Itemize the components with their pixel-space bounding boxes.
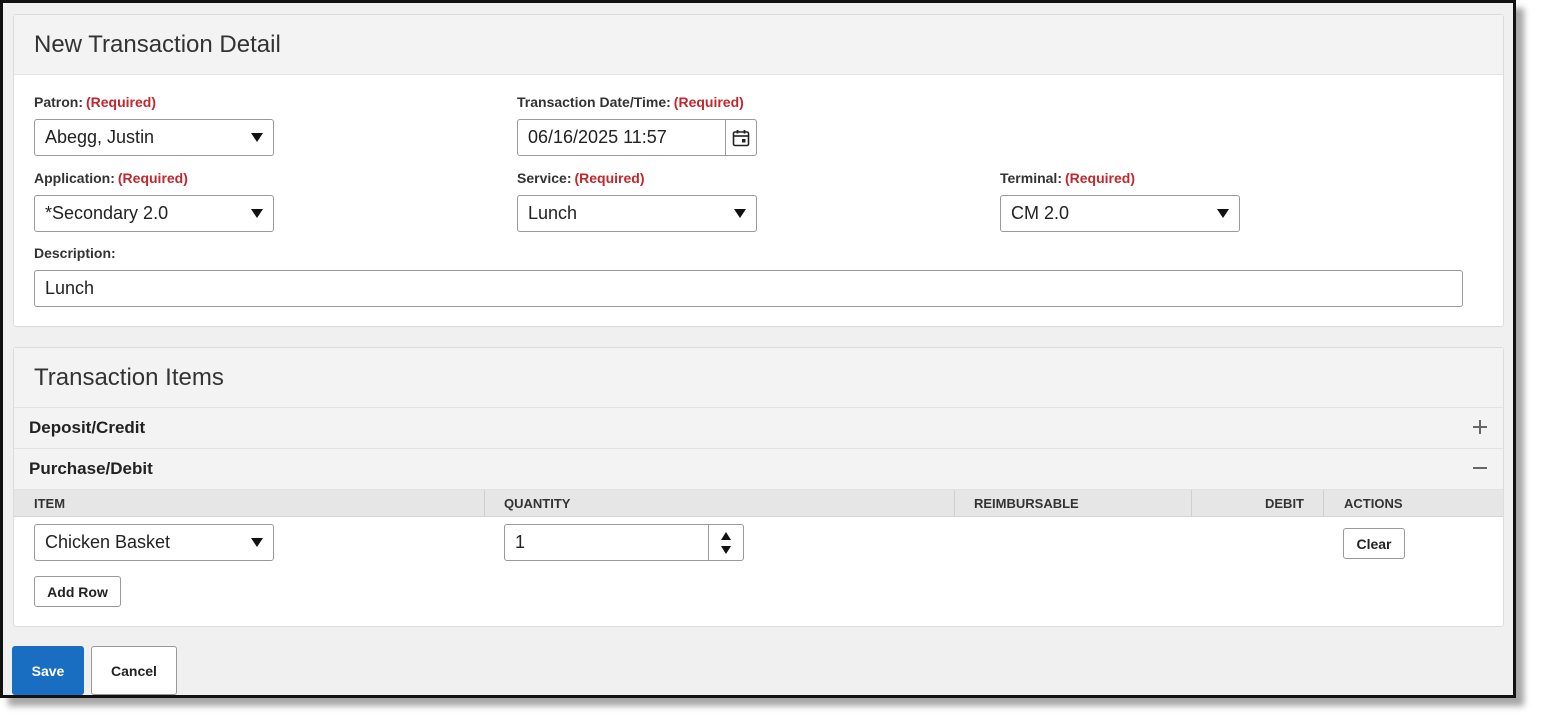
patron-value: Abegg, Justin bbox=[45, 127, 155, 147]
add-row-button[interactable]: Add Row bbox=[34, 576, 121, 607]
clear-button[interactable]: Clear bbox=[1343, 528, 1405, 559]
column-divider bbox=[1323, 490, 1324, 517]
page-title: New Transaction Detail bbox=[34, 30, 281, 58]
datetime-value: 06/16/2025 11:57 bbox=[528, 127, 667, 147]
minus-icon[interactable] bbox=[1471, 459, 1489, 477]
terminal-label-text: Terminal: bbox=[1000, 170, 1062, 186]
required-indicator: (Required) bbox=[117, 170, 188, 186]
service-label-text: Service: bbox=[517, 170, 572, 186]
column-divider bbox=[954, 490, 955, 517]
calendar-button[interactable] bbox=[725, 120, 756, 155]
deposit-credit-section[interactable]: Deposit/Credit bbox=[14, 408, 1503, 449]
patron-select[interactable]: Abegg, Justin bbox=[34, 119, 274, 156]
service-select[interactable]: Lunch bbox=[517, 195, 757, 232]
caret-down-icon bbox=[734, 209, 746, 218]
caret-down-icon bbox=[1217, 209, 1229, 218]
terminal-label: Terminal: (Required) bbox=[1000, 170, 1135, 186]
datetime-label-text: Transaction Date/Time: bbox=[517, 94, 671, 110]
service-label: Service: (Required) bbox=[517, 170, 644, 186]
purchase-debit-section[interactable]: Purchase/Debit bbox=[14, 449, 1503, 490]
quantity-value: 1 bbox=[515, 532, 526, 552]
column-header-quantity: QUANTITY bbox=[504, 496, 571, 511]
transaction-items-header: Transaction Items bbox=[14, 348, 1503, 408]
cancel-button[interactable]: Cancel bbox=[91, 646, 177, 695]
description-input[interactable]: Lunch bbox=[34, 270, 1463, 307]
patron-label: Patron: (Required) bbox=[34, 94, 156, 110]
datetime-input[interactable]: 06/16/2025 11:57 bbox=[517, 119, 757, 156]
column-header-reimbursable: REIMBURSABLE bbox=[974, 496, 1079, 511]
required-indicator: (Required) bbox=[574, 170, 645, 186]
application-value: *Secondary 2.0 bbox=[45, 203, 169, 223]
transaction-items-panel: Transaction Items Deposit/Credit Purchas… bbox=[13, 347, 1504, 627]
required-indicator: (Required) bbox=[1064, 170, 1135, 186]
terminal-value: CM 2.0 bbox=[1011, 203, 1070, 223]
required-indicator: (Required) bbox=[86, 94, 156, 110]
caret-down-icon bbox=[251, 538, 263, 547]
description-label: Description: bbox=[34, 245, 116, 261]
terminal-select[interactable]: CM 2.0 bbox=[1000, 195, 1240, 232]
window-frame: New Transaction Detail Patron: (Required)… bbox=[0, 0, 1516, 698]
plus-icon[interactable] bbox=[1471, 418, 1489, 436]
description-value: Lunch bbox=[45, 278, 95, 298]
items-table-header: ITEM QUANTITY REIMBURSABLE DEBIT ACTIONS bbox=[14, 490, 1503, 517]
caret-down-icon bbox=[251, 209, 263, 218]
application-label: Application: (Required) bbox=[34, 170, 188, 186]
item-value: Chicken Basket bbox=[45, 532, 171, 552]
section-title: Transaction Items bbox=[34, 363, 224, 391]
application-label-text: Application: bbox=[34, 170, 115, 186]
deposit-credit-label: Deposit/Credit bbox=[29, 418, 146, 437]
column-header-item: ITEM bbox=[34, 496, 66, 511]
transaction-detail-header: New Transaction Detail bbox=[14, 15, 1503, 75]
item-select[interactable]: Chicken Basket bbox=[34, 524, 274, 561]
transaction-detail-panel: New Transaction Detail Patron: (Required)… bbox=[13, 14, 1504, 327]
datetime-label: Transaction Date/Time: (Required) bbox=[517, 94, 744, 110]
purchase-debit-label: Purchase/Debit bbox=[29, 459, 153, 478]
spinner-up-icon[interactable] bbox=[721, 532, 731, 540]
column-divider bbox=[484, 490, 485, 517]
caret-down-icon bbox=[251, 133, 263, 142]
application-select[interactable]: *Secondary 2.0 bbox=[34, 195, 274, 232]
required-indicator: (Required) bbox=[673, 94, 744, 110]
column-divider bbox=[1191, 490, 1192, 517]
quantity-spinner[interactable] bbox=[708, 525, 743, 560]
column-header-actions: ACTIONS bbox=[1344, 496, 1403, 511]
column-header-debit: DEBIT bbox=[1265, 496, 1304, 511]
calendar-icon bbox=[732, 129, 750, 146]
spinner-down-icon[interactable] bbox=[721, 546, 731, 554]
save-button[interactable]: Save bbox=[12, 646, 84, 695]
patron-label-text: Patron: bbox=[34, 94, 83, 110]
service-value: Lunch bbox=[528, 203, 578, 223]
quantity-stepper[interactable]: 1 bbox=[504, 524, 744, 561]
